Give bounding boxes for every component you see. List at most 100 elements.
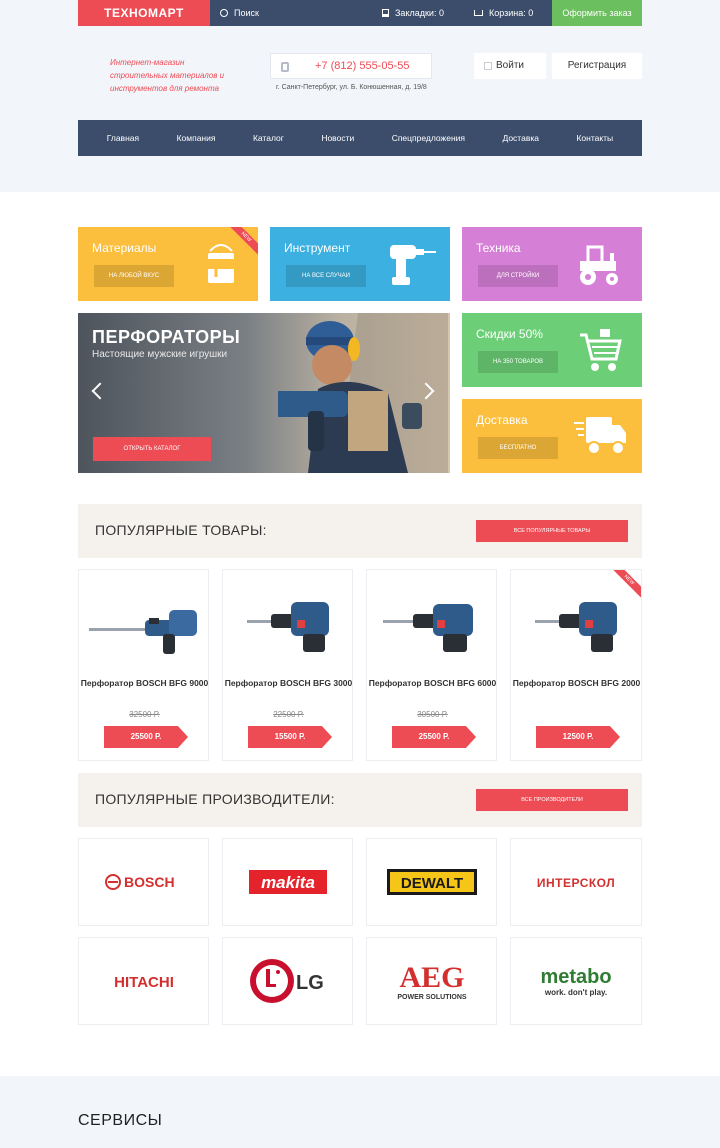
- top-bar: ТЕХНОМАРТ Поиск Закладки: 0 Корзина: 0 О…: [0, 0, 720, 28]
- product-card[interactable]: Перфоратор BOSCH BFG 6000 30500 Р. 25500…: [366, 569, 497, 761]
- phone-box: +7 (812) 555-05-55: [270, 53, 432, 79]
- product-old-price: 22500 Р.: [273, 710, 304, 719]
- category-button[interactable]: НА ВСЕ СЛУЧАИ: [286, 265, 366, 287]
- category-delivery[interactable]: Доставка БЕСПЛАТНО: [462, 399, 642, 473]
- hero-subtitle: Настоящие мужские игрушки: [92, 349, 228, 360]
- product-card[interactable]: Перфоратор BOSCH BFG 3000 22500 Р. 15500…: [222, 569, 353, 761]
- phone-icon: [281, 62, 289, 72]
- paint-bucket-icon: [208, 244, 234, 283]
- svg-text:LG: LG: [296, 972, 324, 994]
- hitachi-logo: HITACHI: [114, 974, 174, 991]
- services-section: СЕРВИСЫ: [0, 1076, 720, 1148]
- rotary-hammer-image: [89, 610, 197, 654]
- category-discounts[interactable]: Скидки 50% НА 350 ТОВАРОВ: [462, 313, 642, 387]
- category-title: Скидки 50%: [476, 327, 543, 341]
- category-title: Инструмент: [284, 241, 351, 255]
- brand-hitachi[interactable]: HITACHI: [78, 937, 209, 1025]
- phone-number[interactable]: +7 (812) 555-05-55: [315, 54, 409, 78]
- open-catalog-button[interactable]: ОТКРЫТЬ КАТАЛОГ: [93, 437, 211, 461]
- services-title: СЕРВИСЫ: [78, 1112, 163, 1129]
- category-button[interactable]: НА 350 ТОВАРОВ: [478, 351, 558, 373]
- svg-text:ИНТЕРСКОЛ: ИНТЕРСКОЛ: [537, 876, 615, 890]
- popular-brands-header: ПОПУЛЯРНЫЕ ПРОИЗВОДИТЕЛИ: ВСЕ ПРОИЗВОДИТ…: [78, 773, 642, 827]
- bookmarks-link[interactable]: Закладки: 0: [382, 0, 444, 26]
- brand-bosch[interactable]: BOSCH: [78, 838, 209, 926]
- rotary-hammer-image: [383, 604, 473, 652]
- product-card[interactable]: Перфоратор BOSCH BFG 9000 32500 Р. 25500…: [78, 569, 209, 761]
- cart-link[interactable]: Корзина: 0: [474, 0, 533, 26]
- search-link[interactable]: Поиск: [220, 0, 259, 26]
- product-price-button[interactable]: 25500 Р.: [104, 726, 188, 748]
- category-button[interactable]: БЕСПЛАТНО: [478, 437, 558, 459]
- nav-item-home[interactable]: Главная: [107, 133, 139, 143]
- bookmark-icon: [382, 9, 389, 17]
- product-price-button[interactable]: 25500 Р.: [392, 726, 476, 748]
- nav-item-company[interactable]: Компания: [177, 133, 216, 143]
- product-old-price: 30500 Р.: [417, 710, 448, 719]
- product-card[interactable]: NEW Перфоратор BOSCH BFG 2000 12500 Р.: [510, 569, 642, 761]
- dewalt-logo: DEWALT: [386, 869, 477, 895]
- login-label: Войти: [496, 60, 524, 71]
- category-materials[interactable]: Материалы НА ЛЮБОЙ ВКУС NEW: [78, 227, 258, 301]
- search-icon: [220, 9, 228, 17]
- product-name[interactable]: Перфоратор BOSCH BFG 6000: [367, 678, 498, 689]
- svg-text:work. don't play.: work. don't play.: [544, 988, 607, 997]
- nav-item-contacts[interactable]: Контакты: [576, 133, 613, 143]
- all-popular-button[interactable]: ВСЕ ПОПУЛЯРНЫЕ ТОВАРЫ: [476, 520, 628, 542]
- category-title: Доставка: [476, 413, 528, 427]
- login-button[interactable]: Войти: [474, 53, 546, 79]
- aeg-logo: AEG POWER SOLUTIONS: [397, 961, 467, 1001]
- main-nav: Главная Компания Каталог Новости Спецпре…: [78, 120, 642, 156]
- category-title: Материалы: [92, 241, 157, 255]
- brand-dewalt[interactable]: DEWALT: [366, 838, 497, 926]
- search-label: Поиск: [234, 8, 259, 18]
- brand-lg[interactable]: LG: [222, 937, 353, 1025]
- product-name[interactable]: Перфоратор BOSCH BFG 9000: [79, 678, 210, 689]
- truck-icon: [574, 417, 626, 455]
- brand-makita[interactable]: makita: [222, 838, 353, 926]
- interskol-logo: ИНТЕРСКОЛ: [537, 876, 615, 890]
- site-logo[interactable]: ТЕХНОМАРТ: [78, 0, 210, 28]
- tractor-icon: [580, 245, 618, 285]
- category-machinery[interactable]: Техника ДЛЯ СТРОЙКИ: [462, 227, 642, 301]
- brand-metabo[interactable]: metabo work. don't play.: [510, 937, 642, 1025]
- register-button[interactable]: Регистрация: [552, 53, 642, 79]
- cart-icon: [474, 10, 483, 16]
- slider-prev-icon[interactable]: [91, 382, 109, 400]
- checkout-button[interactable]: Оформить заказ: [552, 0, 642, 26]
- svg-text:makita: makita: [261, 873, 315, 892]
- product-old-price: 32500 Р.: [129, 710, 160, 719]
- svg-text:AEG: AEG: [399, 961, 464, 994]
- login-icon: [484, 62, 492, 70]
- svg-text:metabo: metabo: [540, 966, 611, 988]
- bookmarks-label: Закладки: 0: [395, 8, 444, 18]
- all-brands-button[interactable]: ВСЕ ПРОИЗВОДИТЕЛИ: [476, 789, 628, 811]
- top-bar-inner: ТЕХНОМАРТ Поиск Закладки: 0 Корзина: 0 О…: [78, 0, 642, 28]
- lg-logo: LG: [249, 959, 324, 1003]
- nav-item-news[interactable]: Новости: [321, 133, 354, 143]
- product-name[interactable]: Перфоратор BOSCH BFG 3000: [223, 678, 354, 689]
- hero-slider: ПЕРФОРАТОРЫ Настоящие мужские игрушки ОТ…: [78, 313, 450, 473]
- category-tools[interactable]: Инструмент НА ВСЕ СЛУЧАИ: [270, 227, 450, 301]
- svg-text:HITACHI: HITACHI: [114, 974, 174, 991]
- metabo-logo: metabo work. don't play.: [540, 966, 611, 997]
- section-title: ПОПУЛЯРНЫЕ ПРОИЗВОДИТЕЛИ:: [95, 791, 335, 807]
- product-price-button[interactable]: 12500 Р.: [536, 726, 620, 748]
- brand-interskol[interactable]: ИНТЕРСКОЛ: [510, 838, 642, 926]
- tagline: Интернет-магазин строительных материалов…: [110, 58, 225, 93]
- section-title: ПОПУЛЯРНЫЕ ТОВАРЫ:: [95, 522, 267, 538]
- category-button[interactable]: НА ЛЮБОЙ ВКУС: [94, 265, 174, 287]
- svg-text:DEWALT: DEWALT: [400, 875, 462, 892]
- nav-item-delivery[interactable]: Доставка: [502, 133, 539, 143]
- makita-logo: makita: [248, 870, 327, 894]
- cart-label: Корзина: 0: [489, 8, 534, 18]
- category-title: Техника: [476, 241, 521, 255]
- header: Интернет-магазин строительных материалов…: [0, 26, 720, 192]
- nav-item-catalog[interactable]: Каталог: [253, 133, 284, 143]
- nav-item-offers[interactable]: Спецпредложения: [392, 133, 465, 143]
- bosch-logo: BOSCH: [104, 874, 174, 890]
- product-name[interactable]: Перфоратор BOSCH BFG 2000: [511, 678, 642, 689]
- category-button[interactable]: ДЛЯ СТРОЙКИ: [478, 265, 558, 287]
- brand-aeg[interactable]: AEG POWER SOLUTIONS: [366, 937, 497, 1025]
- product-price-button[interactable]: 15500 Р.: [248, 726, 332, 748]
